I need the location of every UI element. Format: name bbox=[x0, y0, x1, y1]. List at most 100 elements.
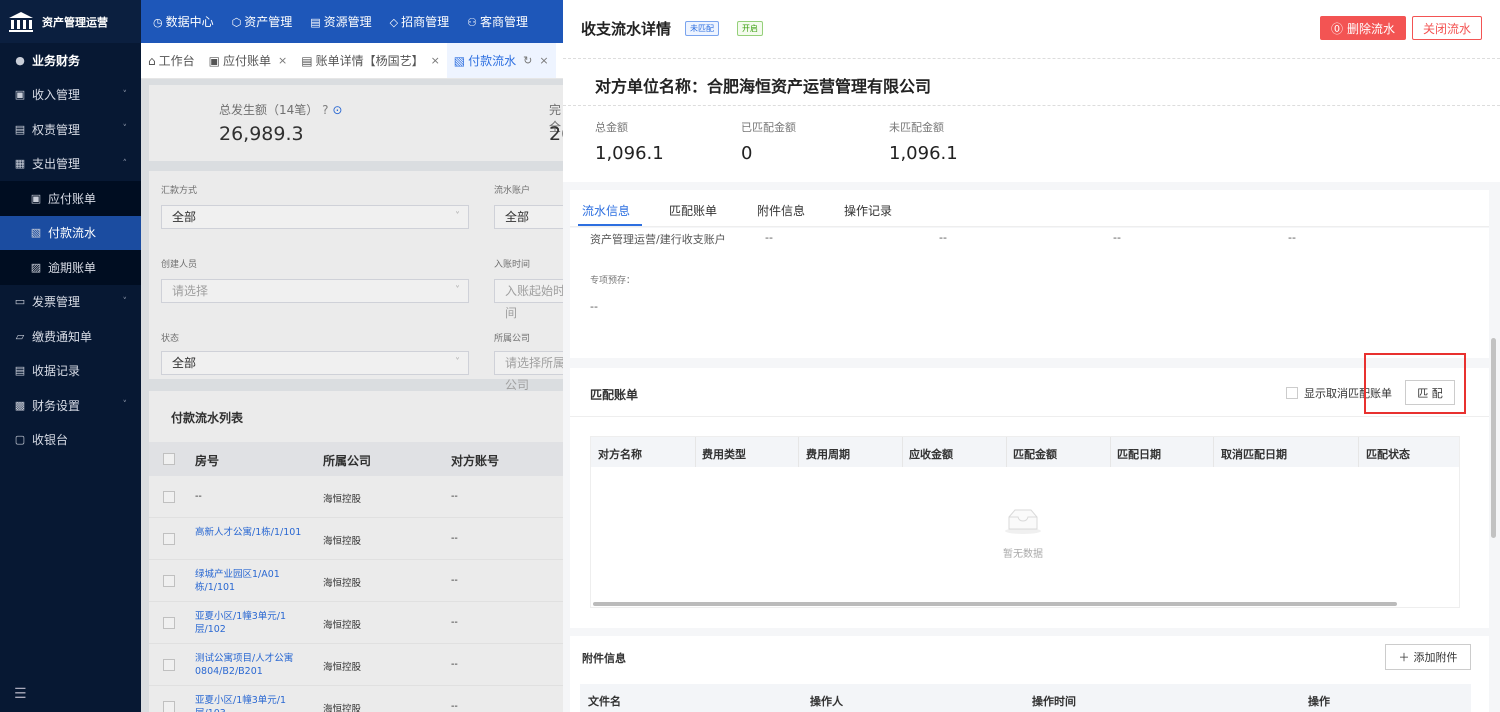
help-icon[interactable]: ? bbox=[322, 103, 328, 117]
nav-resource-management[interactable]: ▤ 资源管理 bbox=[310, 13, 371, 30]
add-attachment-button[interactable]: ＋添加附件 bbox=[1385, 644, 1471, 670]
close-icon[interactable]: × bbox=[539, 54, 548, 67]
tab-payable-bills[interactable]: ▣ 应付账单 × bbox=[202, 43, 295, 78]
company-cell: 海恒控股 bbox=[323, 662, 362, 673]
app-title: 资产管理运营 bbox=[42, 15, 108, 29]
drawer-title: 收支流水详情 bbox=[581, 20, 672, 38]
flow-detail-drawer: 收支流水详情 未匹配 开启 ⓪ 删除流水 关闭流水 对方单位名称：合肥海恒资产运营… bbox=[563, 0, 1500, 712]
tab-workbench[interactable]: ⌂ 工作台 bbox=[141, 43, 202, 78]
revenue-icon: ▣ bbox=[14, 88, 26, 102]
sidebar-item[interactable]: ▨ 逾期账单 bbox=[0, 250, 141, 285]
plus-icon: ＋ bbox=[1398, 651, 1410, 664]
row-checkbox[interactable] bbox=[163, 659, 175, 671]
remit-method-select[interactable]: 全部 ˅ bbox=[161, 205, 469, 229]
tab-bill-detail[interactable]: ▤ 账单详情【杨国艺】 × bbox=[294, 43, 447, 78]
sidebar-item-business-finance[interactable]: ● 业务财务 bbox=[0, 43, 141, 78]
refresh-icon[interactable]: ↻ bbox=[523, 54, 532, 67]
receipt-icon: ▤ bbox=[14, 364, 26, 378]
sidebar-item[interactable]: ▣ 收入管理 ˅ bbox=[0, 78, 141, 113]
notice-icon: ▱ bbox=[15, 329, 25, 343]
nav-customer-management[interactable]: ⚇ 客商管理 bbox=[467, 13, 528, 30]
flow-account-select[interactable]: 全部 bbox=[494, 205, 563, 229]
attachments-table-header: 文件名 操作人 操作时间 操作 bbox=[580, 684, 1471, 712]
finance-settings-icon: ▩ bbox=[14, 398, 26, 412]
row-checkbox[interactable] bbox=[163, 533, 175, 545]
horizontal-scrollbar[interactable] bbox=[593, 602, 1397, 606]
doc-icon: ▣ bbox=[208, 53, 220, 68]
delete-flow-button[interactable]: ⓪ 删除流水 bbox=[1320, 16, 1406, 40]
row-checkbox[interactable] bbox=[163, 491, 175, 503]
sidebar-item[interactable]: ▧ 付款流水 bbox=[0, 215, 141, 250]
highlight-annotation bbox=[1364, 353, 1466, 414]
column-divider bbox=[695, 437, 696, 467]
table-row[interactable]: -- 海恒控股 -- bbox=[149, 476, 563, 518]
tab-payment-flow[interactable]: ▧ 付款流水 ↻ × bbox=[446, 43, 556, 78]
sidebar-item-label: 权责管理 bbox=[32, 122, 81, 137]
sidebar-item[interactable]: ▦ 支出管理 ˄ bbox=[0, 147, 141, 182]
col-matched-amount: 匹配金额 bbox=[1013, 448, 1057, 461]
room-link[interactable]: -- bbox=[195, 490, 313, 503]
info-icon[interactable]: ⊙ bbox=[332, 103, 342, 117]
col-receivable: 应收金额 bbox=[909, 448, 953, 461]
unmatched-amount-value: 1,096.1 bbox=[889, 143, 958, 164]
status-select[interactable]: 全部 ˅ bbox=[161, 351, 469, 375]
posting-date-input[interactable]: 入账起始时间 bbox=[494, 279, 563, 320]
divider bbox=[563, 105, 1500, 106]
room-link[interactable]: 高新人才公寓/1栋/1/101 bbox=[195, 526, 313, 539]
table-row[interactable]: 绿城产业园区1/A01栋/1/101 海恒控股 -- bbox=[149, 560, 563, 602]
row-checkbox[interactable] bbox=[163, 701, 175, 712]
room-link[interactable]: 测试公寓项目/人才公寓0804/B2/B201 bbox=[195, 652, 313, 678]
empty-box-icon bbox=[1005, 509, 1041, 534]
sidebar-logo[interactable]: 资产管理运营 bbox=[0, 0, 141, 43]
close-icon[interactable]: × bbox=[431, 54, 440, 67]
chevron-icon: ˄ bbox=[122, 158, 128, 169]
room-link[interactable]: 绿城产业园区1/A01栋/1/101 bbox=[195, 568, 313, 594]
sidebar-item[interactable]: ▩ 财务设置 ˅ bbox=[0, 388, 141, 423]
tab-matched-bills[interactable]: 匹配账单 bbox=[669, 202, 717, 219]
table-row[interactable]: 高新人才公寓/1栋/1/101 海恒控股 -- bbox=[149, 518, 563, 560]
select-all-checkbox[interactable] bbox=[163, 453, 175, 465]
company-select[interactable]: 请选择所属公司 bbox=[494, 351, 563, 392]
expense-icon: ▦ bbox=[14, 157, 26, 171]
drawer-summary: 对方单位名称：合肥海恒资产运营管理有限公司 总金额 1,096.1 已匹配金额 … bbox=[563, 58, 1500, 182]
table-row[interactable]: 亚夏小区/1幢3单元/1层/103 海恒控股 -- bbox=[149, 686, 563, 712]
doc-icon: ▤ bbox=[301, 53, 313, 68]
room-link[interactable]: 亚夏小区/1幢3单元/1层/103 bbox=[195, 694, 313, 712]
method-label: 汇款方式 bbox=[161, 186, 198, 196]
collapse-menu-icon[interactable]: ☰ bbox=[14, 686, 27, 702]
nav-data-center[interactable]: ◷ 数据中心 bbox=[153, 13, 214, 30]
row-checkbox[interactable] bbox=[163, 617, 175, 629]
room-link[interactable]: 亚夏小区/1幢3单元/1层/102 bbox=[195, 610, 313, 636]
sidebar-item-label: 收入管理 bbox=[32, 88, 81, 103]
checkbox[interactable] bbox=[1286, 387, 1298, 399]
dashboard-icon: ◷ bbox=[153, 16, 163, 29]
creator-select[interactable]: 请选择 ˅ bbox=[161, 279, 469, 303]
sidebar-item[interactable]: ▤ 权责管理 ˅ bbox=[0, 112, 141, 147]
vertical-scrollbar[interactable] bbox=[1491, 338, 1496, 538]
sidebar-item[interactable]: ▭ 发票管理 ˅ bbox=[0, 285, 141, 320]
list-title: 付款流水列表 bbox=[171, 411, 244, 425]
sidebar-item[interactable]: ▣ 应付账单 bbox=[0, 181, 141, 216]
drawer-header: 收支流水详情 未匹配 开启 ⓪ 删除流水 关闭流水 bbox=[563, 0, 1500, 58]
table-row[interactable]: 亚夏小区/1幢3单元/1层/102 海恒控股 -- bbox=[149, 602, 563, 644]
account-cell: -- bbox=[451, 617, 458, 628]
payment-flow-icon: ▧ bbox=[30, 226, 42, 240]
tab-operation-log[interactable]: 操作记录 bbox=[844, 202, 892, 219]
chevron-icon: ˅ bbox=[122, 400, 128, 411]
sidebar-item-label: 收据记录 bbox=[32, 364, 81, 379]
row-checkbox[interactable] bbox=[163, 575, 175, 587]
nav-asset-management[interactable]: ⬡ 资产管理 bbox=[232, 13, 293, 30]
sidebar-item-label: 财务设置 bbox=[32, 398, 81, 413]
sidebar-item[interactable]: ▤ 收据记录 bbox=[0, 354, 141, 389]
col-operation: 操作 bbox=[1308, 695, 1330, 708]
close-flow-button[interactable]: 关闭流水 bbox=[1412, 16, 1482, 40]
close-icon[interactable]: × bbox=[278, 54, 287, 67]
col-room: 房号 bbox=[195, 454, 220, 468]
sidebar-item[interactable]: ▱ 缴费通知单 bbox=[0, 319, 141, 354]
tab-flow-info[interactable]: 流水信息 bbox=[582, 202, 630, 219]
sidebar-item[interactable]: ▢ 收银台 bbox=[0, 423, 141, 458]
table-row[interactable]: 测试公寓项目/人才公寓0804/B2/B201 海恒控股 -- bbox=[149, 644, 563, 686]
dot-icon: ● bbox=[15, 53, 25, 67]
nav-investment-management[interactable]: ◇ 招商管理 bbox=[390, 13, 449, 30]
tab-attachments[interactable]: 附件信息 bbox=[757, 202, 805, 219]
